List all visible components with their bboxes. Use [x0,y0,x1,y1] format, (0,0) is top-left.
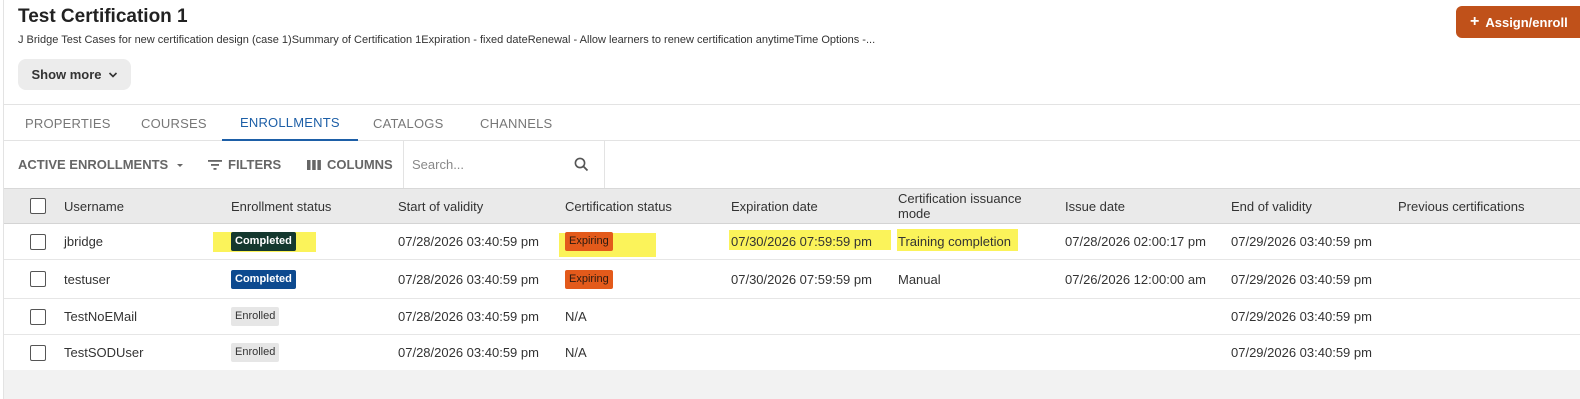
active-enrollments-dropdown[interactable]: ACTIVE ENROLLMENTS [18,141,186,188]
column-header-issuance-mode[interactable]: Certification issuance mode [898,189,1048,223]
tab-channels[interactable]: CHANNELS [480,105,552,141]
start-of-validity-cell: 07/28/2026 03:40:59 pm [398,234,539,249]
certification-status-cell: N/A [565,345,587,360]
assign-enroll-button[interactable]: + Assign/enroll [1456,6,1580,38]
row-select-cell [30,224,46,259]
page-title: Test Certification 1 [18,6,188,27]
caret-down-icon [177,163,184,167]
search-input[interactable] [412,153,562,175]
enrollments-toolbar: ACTIVE ENROLLMENTS FILTERS COLUMNS [4,141,1580,189]
status-badge: Enrolled [231,307,280,326]
username-cell: jbridge [64,234,104,249]
column-header-certification-status[interactable]: Certification status [565,189,672,223]
status-badge: Expiring [565,232,613,251]
column-header-enrollment-status[interactable]: Enrollment status [231,189,331,223]
issuance-mode-cell: Manual [898,271,941,287]
expiration-date-cell: 07/30/2026 07:59:59 pm [731,271,872,287]
active-enrollments-label: ACTIVE ENROLLMENTS [18,157,169,172]
show-more-button[interactable]: Show more [18,59,131,90]
row-checkbox[interactable] [30,308,46,325]
start-of-validity-cell: 07/28/2026 03:40:59 pm [398,309,539,324]
columns-label: COLUMNS [327,157,393,172]
enrollments-table: Username Enrollment status Start of vali… [4,189,1580,370]
columns-button[interactable]: COLUMNS [307,141,393,188]
table-row[interactable]: TestNoEMail Enrolled 07/28/2026 03:40:59… [4,299,1580,335]
filters-button[interactable]: FILTERS [208,141,281,188]
column-header-issue-date[interactable]: Issue date [1065,189,1125,223]
column-header-username[interactable]: Username [64,189,124,223]
row-select-cell [30,299,46,334]
enrollment-status-cell: Enrolled [231,299,280,334]
column-header-expiration-date[interactable]: Expiration date [731,189,818,223]
row-checkbox[interactable] [30,271,46,287]
end-of-validity-cell: 07/29/2026 03:40:59 pm [1231,309,1372,324]
row-checkbox[interactable] [30,233,46,250]
row-select-cell [30,260,46,298]
username-cell: TestSODUser [64,345,144,360]
certification-description: J Bridge Test Cases for new certificatio… [18,34,876,46]
certification-status-cell: Expiring [565,224,613,259]
start-of-validity-cell: 07/28/2026 03:40:59 pm [398,271,539,287]
enrollment-status-cell: Enrolled [231,335,280,370]
select-all-cell [30,189,46,223]
end-of-validity-cell: 07/29/2026 03:40:59 pm [1231,234,1372,249]
tab-courses[interactable]: COURSES [141,105,207,141]
columns-icon [307,159,321,170]
end-of-validity-cell: 07/29/2026 03:40:59 pm [1231,271,1372,287]
table-row[interactable]: testuser Completed 07/28/2026 03:40:59 p… [4,260,1580,299]
assign-enroll-label: Assign/enroll [1485,14,1568,30]
status-badge: Completed [231,269,296,289]
username-cell: TestNoEMail [64,309,137,324]
table-row[interactable]: jbridge Completed 07/28/2026 03:40:59 pm… [4,224,1580,260]
tab-enrollments[interactable]: ENROLLMENTS [222,105,358,141]
filter-icon [208,159,222,170]
enrollment-status-cell: Completed [231,224,296,259]
status-badge: Enrolled [231,343,280,362]
column-header-start-of-validity[interactable]: Start of validity [398,189,483,223]
tab-bar: PROPERTIES COURSES ENROLLMENTS CATALOGS … [4,104,1580,141]
select-all-checkbox[interactable] [30,198,46,214]
certification-status-cell: Expiring [565,260,613,298]
tab-properties[interactable]: PROPERTIES [25,105,111,141]
issuance-mode-cell: Training completion [898,234,1011,249]
show-more-label: Show more [31,67,102,82]
page-header: Test Certification 1 J Bridge Test Cases… [18,6,1580,104]
column-header-end-of-validity[interactable]: End of validity [1231,189,1312,223]
status-badge: Completed [231,232,296,251]
issue-date-cell: 07/28/2026 02:00:17 pm [1065,234,1206,249]
plus-icon: + [1470,13,1480,30]
search-icon[interactable] [574,157,589,172]
username-cell: testuser [64,271,111,287]
chevron-down-icon [108,71,117,78]
row-checkbox[interactable] [30,344,46,361]
status-badge: Expiring [565,269,613,289]
tab-catalogs[interactable]: CATALOGS [373,105,443,141]
row-select-cell [30,335,46,370]
table-empty-area [4,370,1580,399]
end-of-validity-cell: 07/29/2026 03:40:59 pm [1231,345,1372,360]
column-header-previous-certifications[interactable]: Previous certifications [1398,189,1524,223]
certification-status-cell: N/A [565,309,587,324]
search-box [403,141,605,188]
table-header: Username Enrollment status Start of vali… [4,189,1580,224]
enrollment-status-cell: Completed [231,260,296,298]
table-row[interactable]: TestSODUser Enrolled 07/28/2026 03:40:59… [4,335,1580,370]
filters-label: FILTERS [228,157,282,172]
expiration-date-cell: 07/30/2026 07:59:59 pm [731,234,872,249]
start-of-validity-cell: 07/28/2026 03:40:59 pm [398,345,539,360]
issue-date-cell: 07/26/2026 12:00:00 am [1065,271,1206,287]
